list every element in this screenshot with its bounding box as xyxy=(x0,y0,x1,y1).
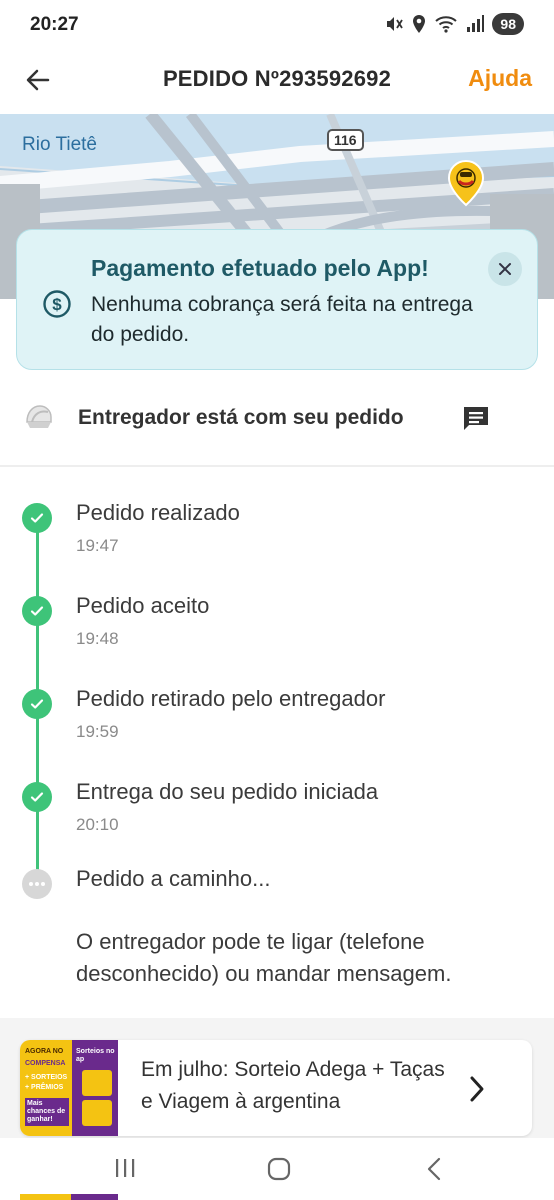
timeline-step-label: Entrega do seu pedido iniciada xyxy=(76,779,379,804)
check-icon xyxy=(22,503,52,533)
promo-thumb-text: Mais chances de ganhar! xyxy=(25,1098,69,1126)
timeline-step-time: 19:48 xyxy=(76,629,119,648)
home-icon xyxy=(267,1157,291,1181)
location-icon xyxy=(413,15,426,33)
chevron-right-icon xyxy=(468,1075,486,1108)
promo-thumbnail-peek xyxy=(20,1194,118,1200)
chevron-left-icon xyxy=(427,1157,441,1181)
map-road-badge: 116 xyxy=(327,129,364,151)
helmet-icon xyxy=(22,400,56,439)
check-icon xyxy=(22,782,52,812)
promo-thumb-text: + SORTEIOS xyxy=(25,1074,68,1081)
close-icon xyxy=(499,263,511,275)
courier-status-text: Entregador está com seu pedido xyxy=(78,406,404,429)
mute-vibrate-icon xyxy=(387,17,404,31)
system-nav-bar xyxy=(0,1138,554,1200)
timeline-step-label: Pedido retirado pelo entregador xyxy=(76,686,386,711)
check-icon xyxy=(22,596,52,626)
promo-card[interactable]: AGORA NO COMPENSA + SORTEIOS + PRÊMIOS M… xyxy=(20,1040,532,1136)
promo-thumb-text: Sorteios no ap xyxy=(76,1048,115,1063)
recent-apps-icon xyxy=(116,1159,135,1177)
status-time: 20:27 xyxy=(30,14,79,35)
nav-back-button[interactable] xyxy=(424,1156,444,1187)
notice-title: Pagamento efetuado pelo App! xyxy=(91,255,429,281)
promo-thumb-text: + PRÊMIOS xyxy=(25,1084,64,1091)
home-button[interactable] xyxy=(266,1156,292,1187)
recent-apps-button[interactable] xyxy=(113,1156,137,1185)
timeline-step-time: 19:47 xyxy=(76,536,119,555)
ellipsis-icon xyxy=(22,869,52,899)
wifi-6-icon xyxy=(435,16,458,33)
timeline-step-label: Pedido a caminho... xyxy=(76,866,271,891)
status-icons: 98 xyxy=(384,13,524,35)
svg-text:$: $ xyxy=(52,295,62,314)
battery-indicator: 98 xyxy=(492,13,524,35)
signal-icon xyxy=(467,15,485,32)
section-divider xyxy=(0,465,554,467)
timeline-description: O entregador pode te ligar (telefone des… xyxy=(76,929,452,986)
courier-status-row: Entregador está com seu pedido xyxy=(0,388,554,448)
promo-thumb-text: AGORA NO xyxy=(25,1048,64,1055)
help-button[interactable]: Ajuda xyxy=(468,65,532,92)
order-timeline: Pedido realizado 19:47 Pedido aceito 19:… xyxy=(0,490,554,1010)
dollar-circle-icon: $ xyxy=(41,288,73,325)
timeline-step-label: Pedido realizado xyxy=(76,500,240,525)
timeline-step-time: 19:59 xyxy=(76,722,119,741)
payment-notice: $ Pagamento efetuado pelo App! Nenhuma c… xyxy=(16,229,538,370)
app-header: PEDIDO Nº293592692 Ajuda xyxy=(0,52,554,114)
timeline-step-time: 20:10 xyxy=(76,815,119,834)
map-river-label: Rio Tietê xyxy=(22,134,97,155)
timeline-step-label: Pedido aceito xyxy=(76,593,210,618)
check-icon xyxy=(22,689,52,719)
notice-close-button[interactable] xyxy=(488,252,522,286)
notice-body: Nenhuma cobrança será feita na entrega d… xyxy=(91,293,473,346)
chat-icon[interactable] xyxy=(460,403,492,440)
promo-text: Em julho: Sorteio Adega + Taças e Viagem… xyxy=(141,1058,445,1113)
promo-thumbnail: AGORA NO COMPENSA + SORTEIOS + PRÊMIOS M… xyxy=(20,1040,118,1136)
promo-thumb-text: COMPENSA xyxy=(25,1060,66,1067)
status-bar: 20:27 98 xyxy=(0,0,554,52)
